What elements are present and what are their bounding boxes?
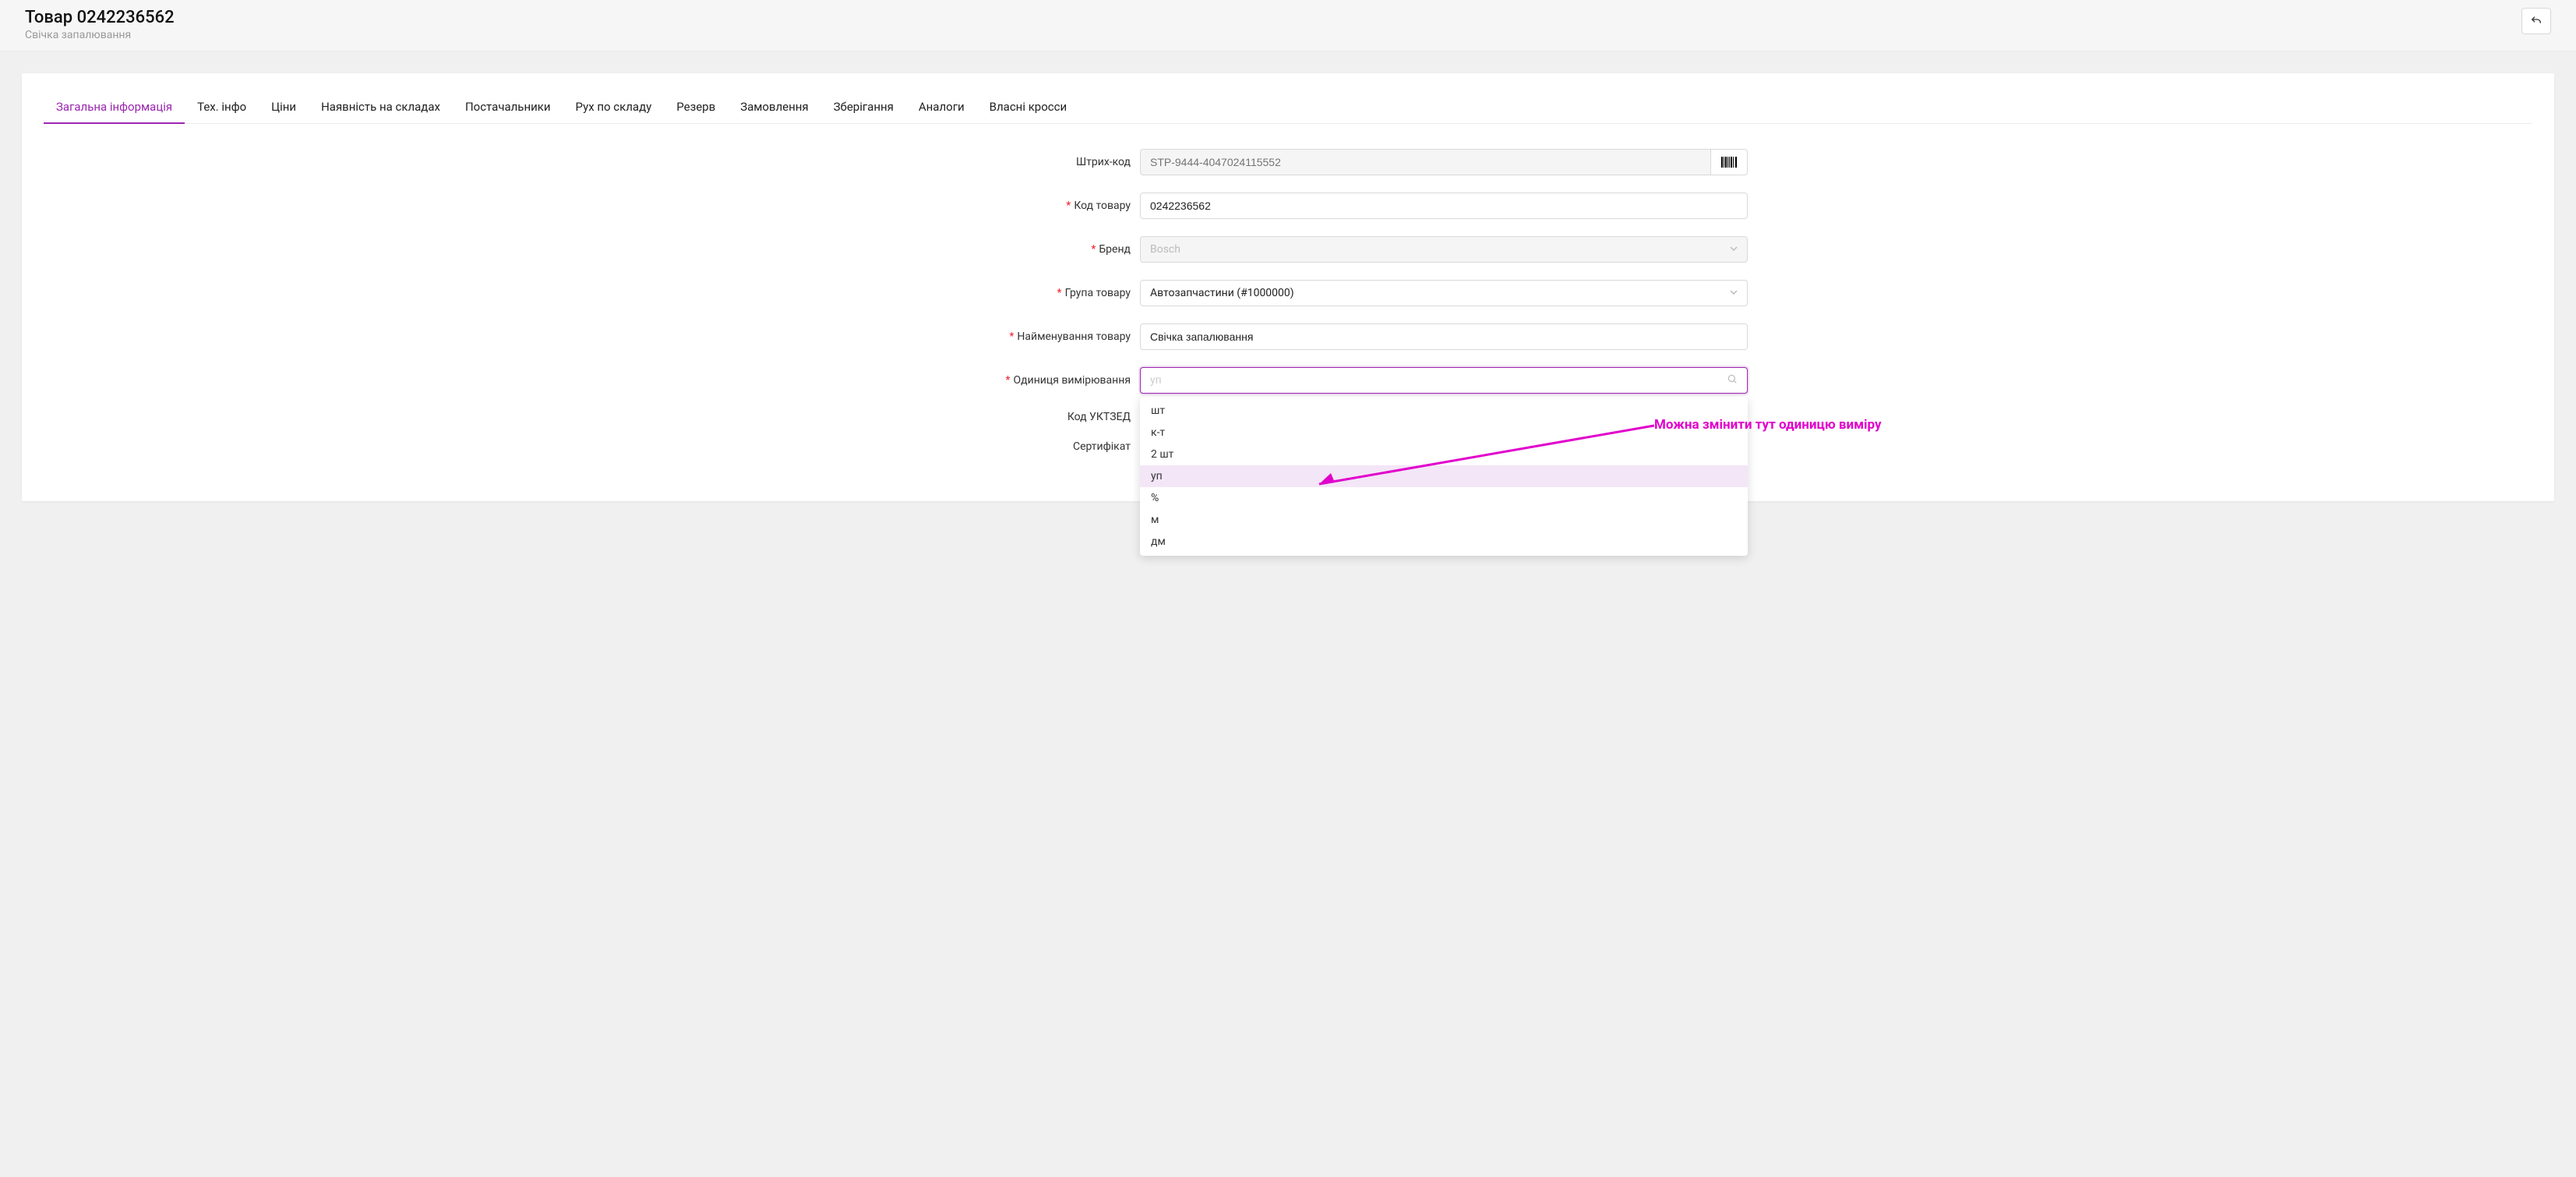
unit-option[interactable]: дм [1140,531,1748,553]
tab-own-crosses[interactable]: Власні кросси [977,92,1080,123]
tab-analogs[interactable]: Аналоги [906,92,977,123]
tab-stock[interactable]: Наявність на складах [309,92,453,123]
label-brand: *Бренд [828,243,1140,256]
content-card: Загальна інформація Тех. інфо Ціни Наявн… [22,73,2554,501]
label-product-code: *Код товару [828,200,1140,212]
product-name-input[interactable] [1140,323,1748,350]
tab-prices[interactable]: Ціни [259,92,309,123]
tab-stock-movement[interactable]: Рух по складу [563,92,665,123]
label-certificate: Сертифікат [828,440,1140,453]
barcode-icon [1721,157,1737,168]
tab-orders[interactable]: Замовлення [728,92,820,123]
label-barcode: Штрих-код [828,156,1140,168]
unit-option[interactable]: уп [1140,465,1748,487]
tab-suppliers[interactable]: Постачальники [453,92,563,123]
brand-select[interactable]: Bosch [1140,236,1748,263]
unit-select[interactable]: уп [1140,367,1748,394]
chevron-down-icon [1730,244,1738,255]
label-uktzed: Код УКТЗЕД [828,411,1140,423]
label-product-group: *Група товару [828,287,1140,299]
unit-option[interactable]: шт [1140,400,1748,422]
barcode-scan-button[interactable] [1711,149,1748,175]
label-product-name: *Найменування товару [828,330,1140,343]
rollback-button[interactable] [2521,8,2551,34]
chevron-down-icon [1730,288,1738,299]
unit-dropdown: штк-т2 штуп%мдм [1140,397,1748,556]
barcode-input[interactable] [1140,149,1711,175]
product-code-input[interactable] [1140,193,1748,219]
page-title: Товар 0242236562 [25,8,175,27]
search-icon [1727,373,1738,387]
tab-storage[interactable]: Зберігання [821,92,906,123]
product-group-select[interactable]: Автозапчастини (#1000000) [1140,280,1748,306]
page-header: Товар 0242236562 Свічка запалювання [0,0,2576,51]
tab-general-info[interactable]: Загальна інформація [44,92,185,123]
tab-reserve[interactable]: Резерв [664,92,728,123]
page-subtitle: Свічка запалювання [25,29,175,41]
unit-option[interactable]: 2 шт [1140,444,1748,465]
form: Штрих-код [828,149,1748,453]
unit-option[interactable]: % [1140,487,1748,509]
undo-icon [2530,15,2542,27]
unit-option[interactable]: к-т [1140,422,1748,444]
tab-tech-info[interactable]: Тех. інфо [185,92,259,123]
label-unit: *Одиниця вимірювання [828,374,1140,387]
tabs: Загальна інформація Тех. інфо Ціни Наявн… [44,92,2532,124]
unit-option[interactable]: м [1140,509,1748,531]
